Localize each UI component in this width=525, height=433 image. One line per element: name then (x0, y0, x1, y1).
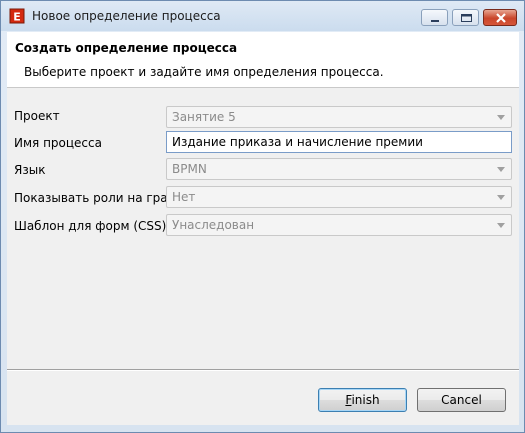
chevron-down-icon (497, 195, 505, 200)
dialog-window: E Новое определение процесса Создать опр… (0, 0, 525, 433)
chevron-down-icon (497, 167, 505, 172)
wizard-header: Создать определение процесса Выберите пр… (7, 32, 519, 88)
process-name-field[interactable] (166, 131, 512, 153)
show-roles-select[interactable]: Нет (166, 186, 512, 208)
chevron-down-icon (497, 223, 505, 228)
window-title: Новое определение процесса (32, 9, 221, 23)
button-bar-divider (7, 369, 519, 371)
form-template-label: Шаблон для форм (CSS) (14, 219, 167, 233)
wizard-title: Создать определение процесса (15, 41, 238, 55)
show-roles-label: Показывать роли на графе (14, 191, 186, 205)
app-icon: E (9, 8, 25, 24)
close-icon (496, 13, 506, 23)
svg-text:E: E (13, 11, 21, 24)
language-label: Язык (14, 163, 46, 177)
chevron-down-icon (497, 115, 505, 120)
language-value: BPMN (172, 162, 207, 176)
maximize-button[interactable] (452, 9, 479, 26)
process-name-label: Имя процесса (14, 136, 102, 150)
form-template-select[interactable]: Унаследован (166, 214, 512, 236)
process-name-input[interactable] (167, 132, 511, 152)
project-label: Проект (14, 109, 60, 123)
cancel-button[interactable]: Cancel (417, 388, 506, 412)
title-bar[interactable]: E Новое определение процесса (1, 1, 524, 31)
project-value: Занятие 5 (172, 110, 236, 124)
language-select[interactable]: BPMN (166, 158, 512, 180)
wizard-description: Выберите проект и задайте имя определени… (24, 65, 384, 79)
form-template-value: Унаследован (172, 218, 255, 232)
minimize-icon (431, 20, 439, 22)
minimize-button[interactable] (421, 9, 448, 26)
close-button[interactable] (483, 9, 517, 26)
form-area: Проект Занятие 5 Имя процесса Язык BPMN … (7, 88, 519, 425)
finish-label: inish (351, 393, 380, 407)
project-select[interactable]: Занятие 5 (166, 106, 512, 128)
finish-button[interactable]: Finish (318, 388, 407, 412)
show-roles-value: Нет (172, 190, 196, 204)
maximize-icon (461, 14, 472, 22)
